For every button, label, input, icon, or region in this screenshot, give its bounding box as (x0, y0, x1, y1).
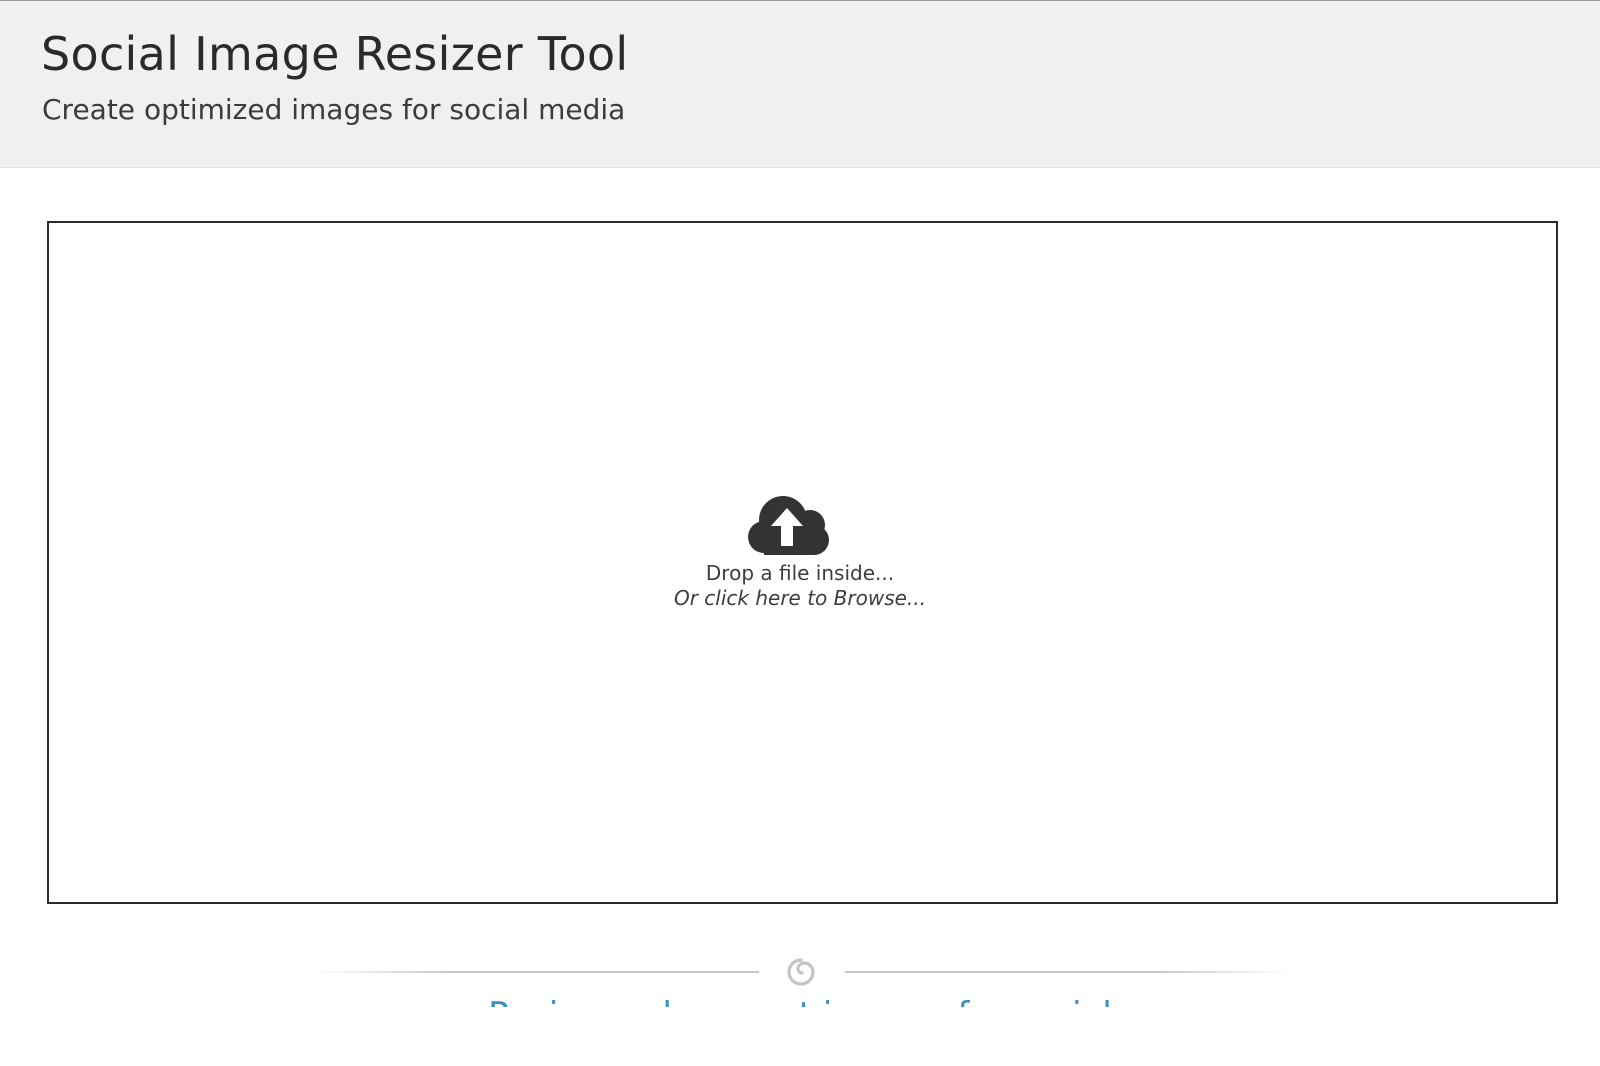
page-header: Social Image Resizer Tool Create optimiz… (0, 0, 1600, 168)
page-subtitle: Create optimized images for social media (42, 93, 626, 126)
section-heading: Resize and convert images for social (0, 995, 1600, 1007)
divider-line-left (315, 971, 759, 973)
page-title: Social Image Resizer Tool (41, 27, 629, 81)
cloud-upload-icon[interactable] (747, 494, 831, 556)
dropzone-primary-text: Drop a file inside... (705, 561, 895, 585)
swirl-ornament-icon (787, 958, 815, 986)
section-heading-clip: Resize and convert images for social (0, 995, 1600, 1007)
divider-line-right (845, 971, 1290, 973)
browse-link-text[interactable]: Or click here to Browse... (600, 586, 1000, 610)
